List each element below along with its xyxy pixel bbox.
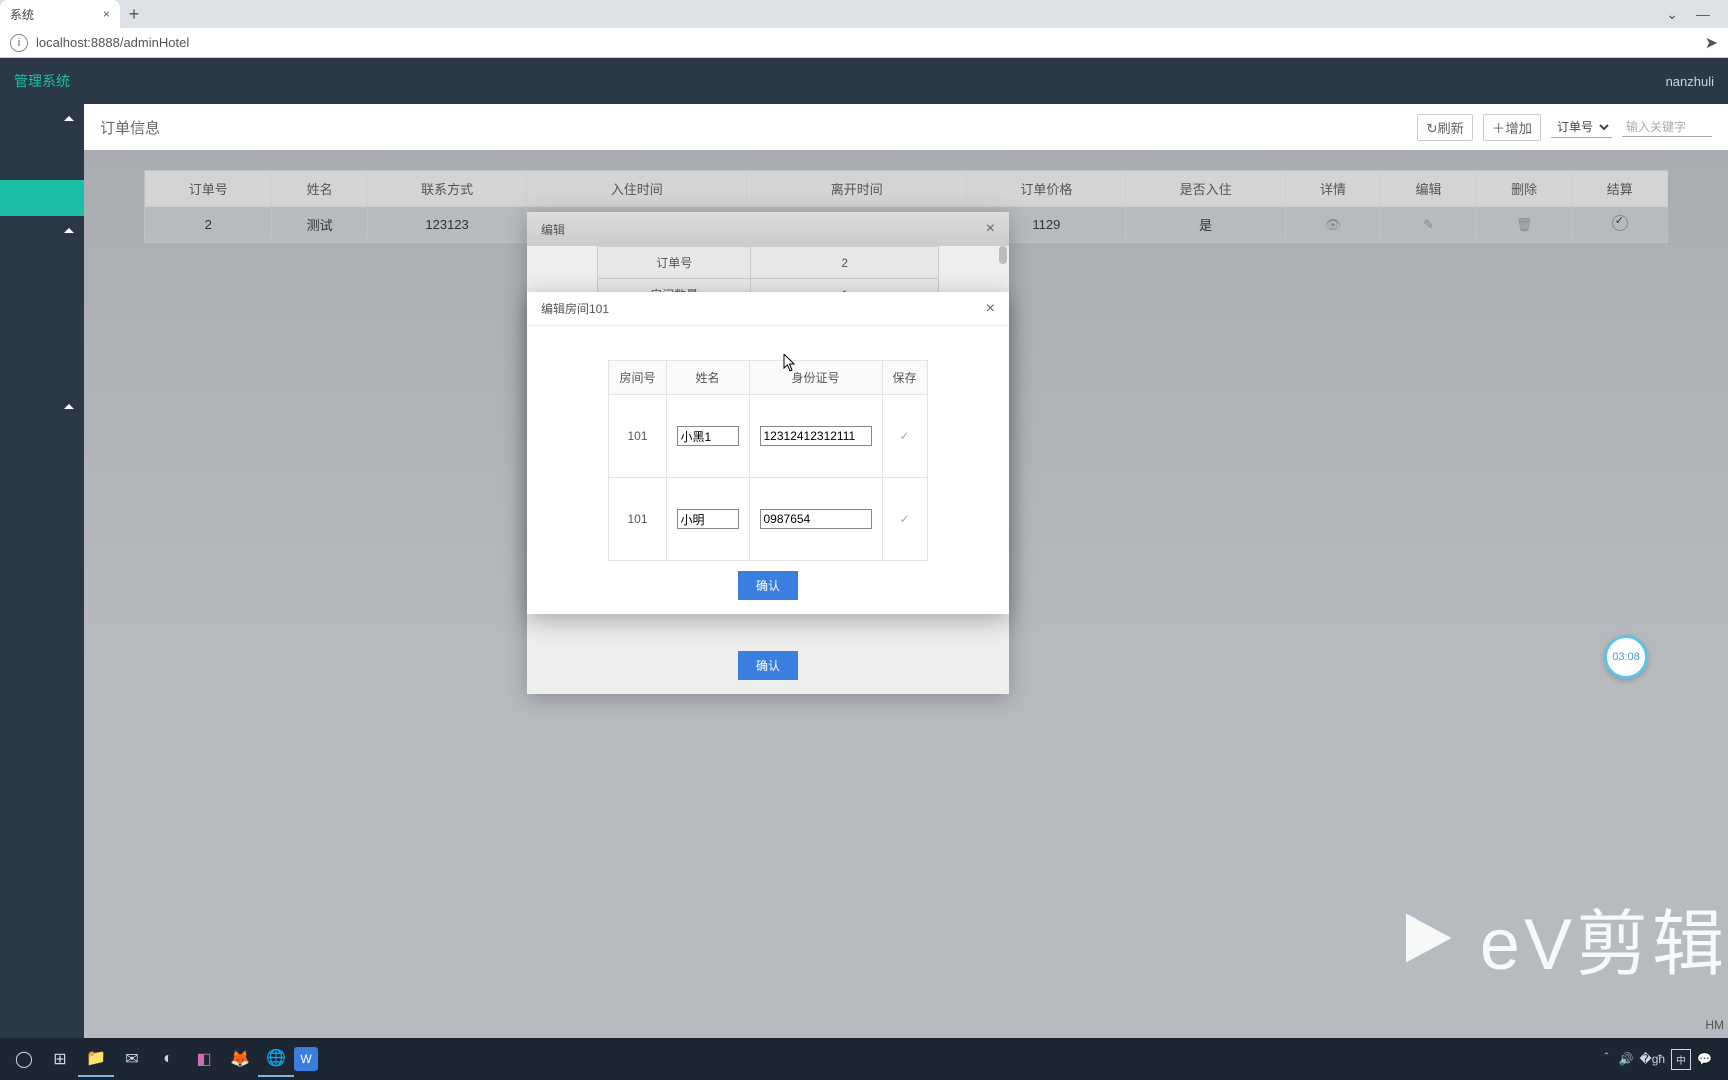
chrome-icon[interactable]: 🌐	[258, 1041, 294, 1077]
chevron-up-icon	[64, 228, 74, 233]
wps-icon[interactable]: W	[294, 1047, 318, 1071]
edit-room-modal: 编辑房间101 × 房间号 姓名 身份证号 保存 101 ✓ 101	[527, 292, 1009, 614]
info-label: 订单号	[598, 247, 751, 279]
guest-name-input[interactable]	[677, 426, 739, 446]
sidebar-item-orders[interactable]	[0, 180, 84, 216]
current-user[interactable]: nanzhuli	[1666, 74, 1714, 89]
mail-icon[interactable]: ✉	[114, 1041, 150, 1077]
browser-tab-strip: 系统 × + ⌄ —	[0, 0, 1728, 28]
chevron-up-icon	[64, 404, 74, 409]
app-icon-1[interactable]: ◐	[150, 1041, 186, 1077]
close-icon[interactable]: ×	[986, 300, 995, 318]
modal-title: 编辑房间101	[541, 300, 609, 317]
app-header: 管理系统 nanzhuli	[0, 58, 1728, 104]
confirm-button[interactable]: 确认	[738, 651, 798, 680]
browser-tab[interactable]: 系统 ×	[0, 0, 120, 28]
sidebar-group-3[interactable]	[0, 392, 84, 428]
guest-row: 101 ✓	[609, 478, 927, 561]
confirm-button[interactable]: 确认	[738, 571, 798, 600]
cell-room: 101	[609, 395, 666, 478]
guest-name-input[interactable]	[677, 509, 739, 529]
sidebar-group-2[interactable]	[0, 216, 84, 252]
tray-expand-icon[interactable]: ＾	[1600, 1051, 1612, 1068]
guest-idno-input[interactable]	[760, 509, 872, 529]
send-icon[interactable]: ➤	[1705, 33, 1718, 53]
col-save: 保存	[882, 361, 927, 395]
start-button[interactable]: ◯	[6, 1041, 42, 1077]
site-info-icon[interactable]: i	[10, 34, 28, 52]
recorder-timer: 03:08	[1604, 635, 1648, 679]
sidebar-group-1[interactable]	[0, 104, 84, 140]
notification-icon[interactable]: 💬	[1697, 1052, 1712, 1066]
file-explorer-icon[interactable]: 📁	[78, 1041, 114, 1077]
task-view-icon[interactable]: ⊞	[42, 1041, 78, 1077]
hm-mark: HM	[1705, 1018, 1724, 1032]
col-room: 房间号	[609, 361, 666, 395]
guest-row: 101 ✓	[609, 395, 927, 478]
taskbar: ◯ ⊞ 📁 ✉ ◐ ◧ 🦊 🌐 W ＾ 🔊 �għ 中 💬	[0, 1038, 1728, 1080]
volume-icon[interactable]: 🔊	[1618, 1052, 1633, 1066]
save-guest-icon[interactable]: ✓	[899, 512, 909, 526]
ime-indicator[interactable]: 中	[1671, 1049, 1691, 1070]
url-text[interactable]: localhost:8888/adminHotel	[36, 35, 189, 50]
ev-watermark: eV剪辑	[1392, 885, 1728, 990]
col-name: 姓名	[666, 361, 749, 395]
address-bar: i localhost:8888/adminHotel ➤	[0, 28, 1728, 58]
save-guest-icon[interactable]: ✓	[899, 429, 909, 443]
tab-dropdown-icon[interactable]: ⌄	[1666, 6, 1678, 23]
close-tab-icon[interactable]: ×	[103, 7, 110, 21]
cell-room: 101	[609, 478, 666, 561]
window-minimize-icon[interactable]: —	[1696, 6, 1710, 23]
firefox-icon[interactable]: 🦊	[222, 1041, 258, 1077]
info-value: 2	[751, 247, 939, 279]
close-icon[interactable]: ×	[986, 220, 995, 238]
app-icon-2[interactable]: ◧	[186, 1041, 222, 1077]
chevron-up-icon	[64, 116, 74, 121]
guest-idno-input[interactable]	[760, 426, 872, 446]
new-tab-button[interactable]: +	[120, 4, 148, 25]
tab-title: 系统	[10, 6, 34, 23]
modal-title: 编辑	[541, 221, 565, 238]
sidebar	[0, 104, 84, 1038]
screen-icon[interactable]: �għ	[1639, 1052, 1665, 1066]
col-idno: 身份证号	[749, 361, 882, 395]
app-name: 管理系统	[14, 71, 70, 91]
